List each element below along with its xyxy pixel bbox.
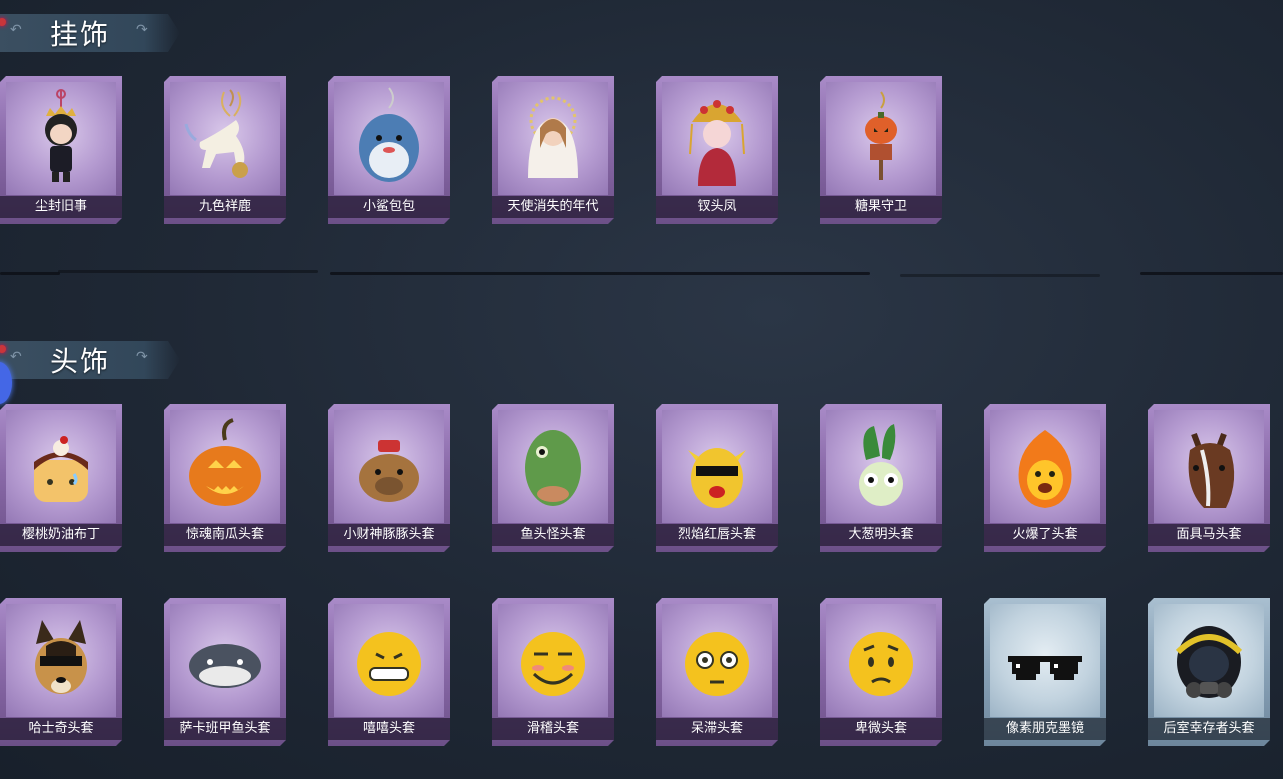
item-name: 卑微头套 [820,718,942,740]
swirl-ornament-right-icon: ↷ [136,22,148,38]
item-name: 天使消失的年代 [492,196,614,218]
section-header-headwear: ↶ 头饰 ↷ [0,341,180,379]
scallion-icon [859,424,903,506]
item-name: 呆滞头套 [656,718,778,740]
headwear-card[interactable]: 樱桃奶油布丁 [0,404,122,552]
pudding-icon [34,436,88,502]
angel-doll-icon [528,96,578,178]
item-name: 像素朋克墨镜 [984,718,1106,740]
section-title: 头饰 [50,345,111,378]
swirl-ornament-right-icon: ↷ [136,349,148,365]
section-title: 挂饰 [50,18,111,51]
item-name: 小财神豚豚头套 [328,524,450,546]
pumpkin-scarecrow-icon [865,91,897,180]
item-name: 鱼头怪头套 [492,524,614,546]
item-name: 小鲨包包 [328,196,450,218]
headwear-card[interactable]: 哈士奇头套 [0,598,122,746]
notification-dot [0,18,6,26]
dazed-emoji-icon [685,632,749,696]
grinning-emoji-icon [357,632,421,696]
headwear-card[interactable]: 面具马头套 [1148,404,1270,552]
pendant-card[interactable]: 九色祥鹿 [164,76,286,224]
phoenix-crown-doll-icon [689,100,745,186]
section-divider [0,266,1283,280]
hazmat-helmet-icon [1175,626,1243,698]
item-name: 后室幸存者头套 [1148,718,1270,740]
headwear-card[interactable]: 烈焰红唇头套 [656,404,778,552]
fire-spirit-icon [1018,430,1072,508]
pikachu-head-icon [688,448,746,508]
pumpkin-icon [189,418,261,506]
headwear-card[interactable]: 卑微头套 [820,598,942,746]
capybara-icon [359,440,419,502]
item-name: 九色祥鹿 [164,196,286,218]
pendant-card[interactable]: 小鲨包包 [328,76,450,224]
section-header-pendants: ↶ 挂饰 ↷ [0,14,180,52]
item-name: 面具马头套 [1148,524,1270,546]
headwear-card[interactable]: 萨卡班甲鱼头套 [164,598,286,746]
item-name: 惊魂南瓜头套 [164,524,286,546]
item-name: 樱桃奶油布丁 [0,524,122,546]
item-name: 嘻嘻头套 [328,718,450,740]
headwear-card[interactable]: 后室幸存者头套 [1148,598,1270,746]
item-name: 滑稽头套 [492,718,614,740]
humble-emoji-icon [849,632,913,696]
headwear-card[interactable]: 像素朋克墨镜 [984,598,1106,746]
item-name: 糖果守卫 [820,196,942,218]
item-name: 钗头凤 [656,196,778,218]
pendant-card[interactable]: 钗头凤 [656,76,778,224]
headwear-card[interactable]: 大葱明头套 [820,404,942,552]
fish-head-icon [525,430,581,506]
item-name: 萨卡班甲鱼头套 [164,718,286,740]
headwear-card[interactable]: 嘻嘻头套 [328,598,450,746]
headwear-card[interactable]: 小财神豚豚头套 [328,404,450,552]
pendant-card[interactable]: 天使消失的年代 [492,76,614,224]
item-name: 哈士奇头套 [0,718,122,740]
headwear-card[interactable]: 鱼头怪头套 [492,404,614,552]
swirl-ornament-left-icon: ↶ [10,349,22,365]
deer-icon [184,89,248,178]
husky-sunglasses-icon [35,620,87,694]
pendant-card[interactable]: 糖果守卫 [820,76,942,224]
headwear-card[interactable]: 滑稽头套 [492,598,614,746]
item-name: 火爆了头套 [984,524,1106,546]
horse-mask-icon [1188,432,1235,508]
item-name: 大葱明头套 [820,524,942,546]
headwear-card[interactable]: 火爆了头套 [984,404,1106,552]
chibi-figure-icon [45,89,77,182]
item-name: 烈焰红唇头套 [656,524,778,546]
funny-emoji-icon [521,632,585,696]
armored-fish-icon [189,644,261,688]
shark-bag-icon [359,87,419,182]
item-name: 尘封旧事 [0,196,122,218]
pendant-card[interactable]: 尘封旧事 [0,76,122,224]
pixel-sunglasses-icon [1008,656,1082,680]
swirl-ornament-left-icon: ↶ [10,22,22,38]
headwear-card[interactable]: 惊魂南瓜头套 [164,404,286,552]
headwear-card[interactable]: 呆滞头套 [656,598,778,746]
notification-dot [0,345,6,353]
